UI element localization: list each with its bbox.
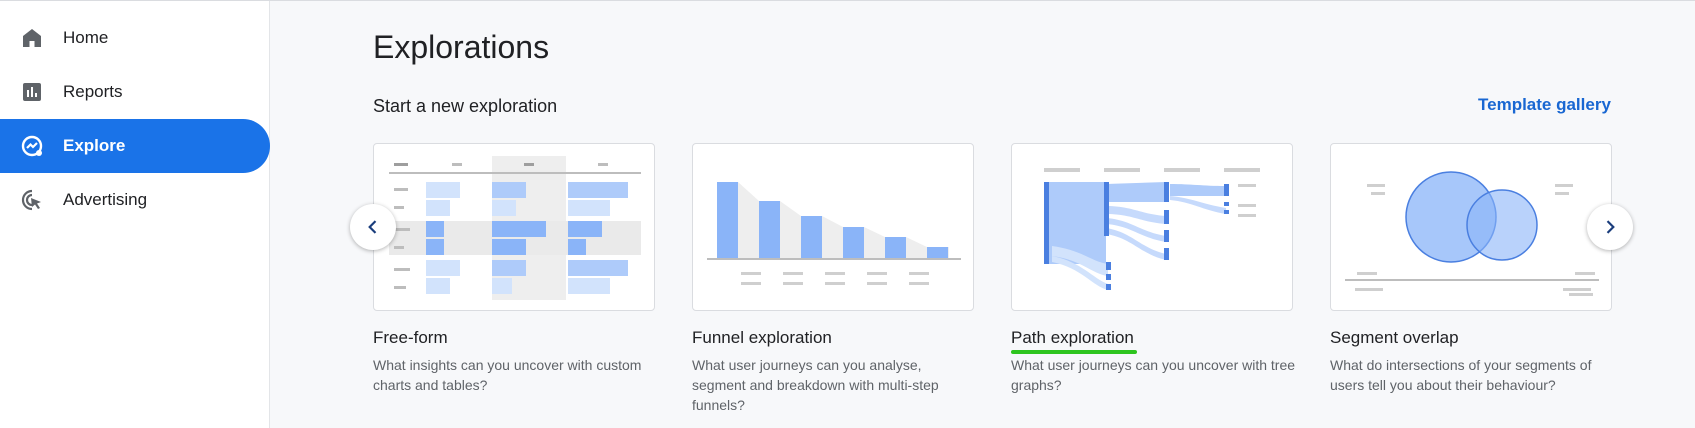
bar-chart-icon [23,83,41,101]
carousel-prev-button[interactable] [350,204,396,250]
card-segment-overlap[interactable]: Segment overlap What do intersections of… [1330,143,1612,395]
page-title: Explorations [373,29,550,65]
sidebar-item-advertising[interactable]: Advertising [0,173,270,227]
card-title-text: Path exploration [1011,328,1134,347]
card-title: Free-form [373,328,448,347]
funnel-illustration [707,182,961,285]
path-tree-illustration [1044,168,1260,290]
card-path-exploration[interactable]: Path exploration What user journeys can … [1011,143,1296,395]
section-title: Start a new exploration [373,96,558,116]
funnel-exploration-thumbnail[interactable] [692,143,974,311]
chevron-right-icon [1606,220,1615,234]
path-exploration-thumbnail[interactable] [1011,143,1293,311]
sidebar-item-label: Reports [63,82,123,101]
home-icon [23,29,41,47]
sidebar-item-label: Advertising [63,190,148,209]
free-form-thumbnail[interactable] [373,143,655,311]
template-gallery-link[interactable]: Template gallery [1478,95,1611,115]
card-description: What insights can you uncover with custo… [373,357,642,393]
segment-overlap-thumbnail[interactable] [1330,143,1612,311]
chevron-left-icon [368,220,377,234]
card-description: What do intersections of your segments o… [1330,357,1592,393]
sidebar: Home Reports Explore Advertising [0,1,270,428]
card-description: What user journeys can you analyse, segm… [692,357,939,413]
card-funnel-exploration[interactable]: Funnel exploration What user journeys ca… [692,143,974,415]
sidebar-item-label: Explore [63,136,126,155]
main-content: Explorations Start a new exploration Tem… [270,1,1695,428]
carousel-next-button[interactable] [1587,204,1633,250]
app-window: Home Reports Explore Advertising Explora… [0,0,1695,428]
sidebar-item-reports[interactable]: Reports [0,65,270,119]
card-description: What user journeys can you uncover with … [1011,357,1296,393]
card-free-form[interactable]: Free-form What insights can you uncover … [373,143,655,395]
sidebar-item-explore[interactable]: Explore [0,119,270,173]
sidebar-item-label: Home [63,28,109,47]
card-title: Path exploration [1011,328,1137,354]
card-title: Funnel exploration [692,328,832,347]
free-form-illustration [389,156,641,300]
cursor-click-icon [21,189,41,211]
card-title: Segment overlap [1330,328,1459,347]
highlight-underline [1011,350,1137,354]
sidebar-item-home[interactable]: Home [0,11,270,65]
explore-icon [21,135,43,157]
venn-illustration [1345,171,1599,296]
